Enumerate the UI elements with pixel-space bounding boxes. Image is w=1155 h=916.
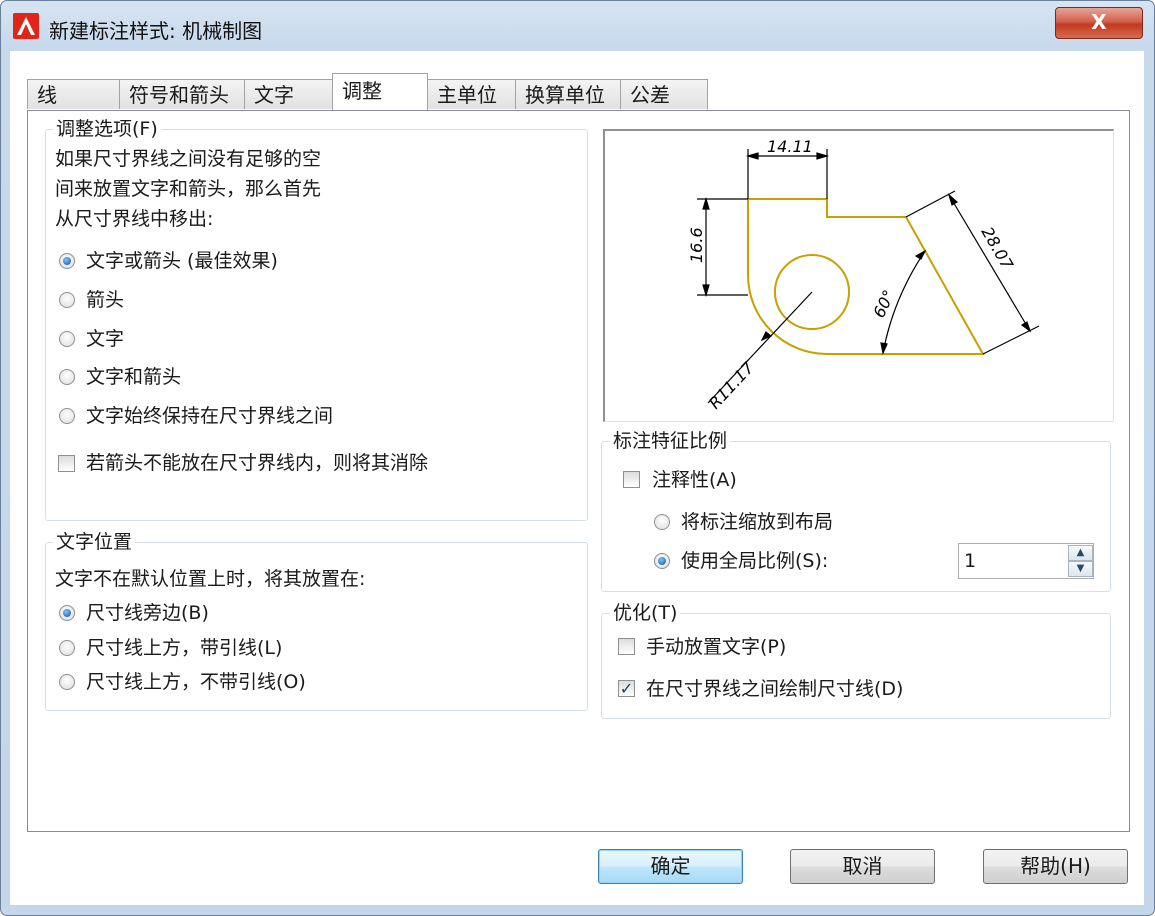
preview-pane: 14.11 16.6 28.07 60° R11.17 xyxy=(603,129,1114,422)
radio-text-or-arrows-label[interactable]: 文字或箭头 (最佳效果) xyxy=(86,250,278,272)
finetune-legend: 优化(T) xyxy=(610,602,681,624)
text-placement-legend: 文字位置 xyxy=(53,531,136,553)
checkbox-suppress-arrows[interactable] xyxy=(58,455,75,472)
radio-text-and-arrows[interactable] xyxy=(59,369,75,385)
radio-over-with-leader-label[interactable]: 尺寸线上方，带引线(L) xyxy=(86,637,282,659)
radio-text-label[interactable]: 文字 xyxy=(86,328,124,350)
radio-always-keep-text-label[interactable]: 文字始终保持在尺寸界线之间 xyxy=(86,405,333,427)
scale-legend: 标注特征比例 xyxy=(610,430,731,452)
text-placement-description: 文字不在默认位置上时，将其放置在: xyxy=(55,568,366,590)
preview-part-outline xyxy=(747,198,985,355)
preview-dim-angle: 60° xyxy=(869,287,898,321)
tab-lines[interactable]: 线 xyxy=(27,79,120,109)
tab-tolerances[interactable]: 公差 xyxy=(620,79,708,109)
checkbox-annotative[interactable] xyxy=(623,471,640,488)
fit-description-line1: 如果尺寸界线之间没有足够的空 xyxy=(55,148,322,170)
fit-description-line2: 间来放置文字和箭头，那么首先 xyxy=(55,178,322,200)
radio-beside-dim-line-label[interactable]: 尺寸线旁边(B) xyxy=(86,602,209,624)
spin-down-button[interactable]: ▼ xyxy=(1068,561,1093,577)
tab-primary-units[interactable]: 主单位 xyxy=(427,79,516,109)
radio-use-overall-scale-label[interactable]: 使用全局比例(S): xyxy=(681,550,828,572)
dialog-window: 新建标注样式: 机械制图 X 线 符号和箭头 文字 调整 主单位 换算单位 公差… xyxy=(0,0,1155,916)
radio-text-or-arrows[interactable] xyxy=(59,253,75,269)
close-button[interactable]: X xyxy=(1055,7,1143,39)
tab-symbols-arrows[interactable]: 符号和箭头 xyxy=(119,79,245,109)
ok-button[interactable]: 确定 xyxy=(598,849,743,884)
radio-scale-to-layout[interactable] xyxy=(654,514,670,530)
finetune-group xyxy=(601,613,1111,719)
dialog-client: 线 符号和箭头 文字 调整 主单位 换算单位 公差 调整选项(F) 如果尺寸界线… xyxy=(10,51,1144,905)
window-title: 新建标注样式: 机械制图 xyxy=(49,19,263,43)
checkbox-draw-dim-line-between-label[interactable]: 在尺寸界线之间绘制尺寸线(D) xyxy=(646,678,903,700)
radio-text[interactable] xyxy=(59,331,75,347)
radio-arrows-label[interactable]: 箭头 xyxy=(86,289,124,311)
radio-over-with-leader[interactable] xyxy=(59,640,75,656)
preview-dim-diagonal: 28.07 xyxy=(978,224,1018,274)
radio-scale-to-layout-label[interactable]: 将标注缩放到布局 xyxy=(681,511,833,533)
fit-description-line3: 从尺寸界线中移出: xyxy=(55,208,214,230)
checkbox-draw-dim-line-between[interactable]: ✓ xyxy=(618,680,635,697)
checkbox-manual-place-text-label[interactable]: 手动放置文字(P) xyxy=(646,636,786,658)
preview-dim-top-width: 14.11 xyxy=(767,137,813,156)
radio-arrows[interactable] xyxy=(59,292,75,308)
cancel-button[interactable]: 取消 xyxy=(790,849,935,884)
fit-options-legend: 调整选项(F) xyxy=(53,118,161,140)
checkbox-suppress-arrows-label[interactable]: 若箭头不能放在尺寸界线内，则将其消除 xyxy=(86,452,428,474)
radio-use-overall-scale[interactable] xyxy=(654,553,670,569)
title-bar[interactable]: 新建标注样式: 机械制图 X xyxy=(1,1,1154,51)
tab-alternate-units[interactable]: 换算单位 xyxy=(515,79,621,109)
radio-text-and-arrows-label[interactable]: 文字和箭头 xyxy=(86,366,181,388)
radio-always-keep-text[interactable] xyxy=(59,408,75,424)
radio-over-without-leader-label[interactable]: 尺寸线上方，不带引线(O) xyxy=(86,671,306,693)
preview-dim-left-height: 16.6 xyxy=(687,227,706,263)
radio-over-without-leader[interactable] xyxy=(59,674,75,690)
radio-beside-dim-line[interactable] xyxy=(59,605,75,621)
preview-dim-radius: R11.17 xyxy=(705,358,758,413)
autocad-app-icon xyxy=(13,13,39,39)
tab-text[interactable]: 文字 xyxy=(244,79,333,109)
spin-up-button[interactable]: ▲ xyxy=(1068,545,1093,561)
tab-fit[interactable]: 调整 xyxy=(332,73,428,110)
checkbox-manual-place-text[interactable] xyxy=(618,638,635,655)
checkbox-annotative-label[interactable]: 注释性(A) xyxy=(652,469,737,491)
help-button[interactable]: 帮助(H) xyxy=(983,849,1128,884)
preview-drawing: 14.11 16.6 28.07 60° R11.17 xyxy=(687,137,1040,413)
